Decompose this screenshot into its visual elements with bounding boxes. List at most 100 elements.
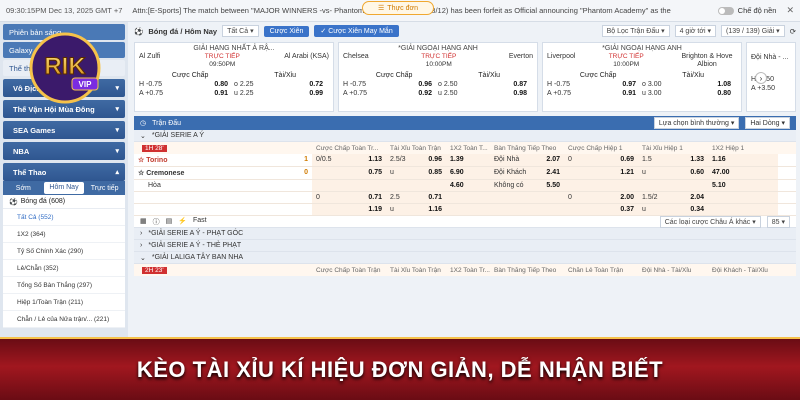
odd[interactable]: 0.96 (391, 81, 439, 88)
odds-cell[interactable]: 2.5 0.71 (386, 192, 446, 203)
market-select[interactable]: Tất Cả ▾ (222, 25, 259, 37)
sidebar-section-sports[interactable]: Thể Thao ▴ (3, 163, 125, 181)
close-icon[interactable]: ✕ (786, 5, 794, 16)
score: 0 (304, 169, 308, 176)
kickoff-time: 10:00PM (613, 61, 640, 68)
match-card[interactable]: *GIẢI NGOẠI HẠNG ANH Chelsea TRỰC TIẾP 10… (338, 42, 538, 112)
column-header: Chẵn Lẻ Toàn Trận (568, 266, 624, 274)
sidebar-item[interactable]: Lẻ/Chẵn (352) (3, 260, 125, 277)
odds-cell[interactable]: 0 2.00 (564, 192, 638, 203)
info-icon[interactable]: ⓘ (153, 217, 160, 227)
odd[interactable]: 0.97 (595, 81, 643, 88)
tab-today[interactable]: Hôm Nay (43, 182, 85, 194)
odds-cell[interactable]: 4.60 (446, 180, 490, 191)
section-label: Thể Thao (13, 167, 47, 177)
view-select[interactable]: Lựa chọn bình thường ▾ (653, 117, 740, 129)
odds-cell[interactable]: 1.19 (312, 204, 386, 215)
odds-cell[interactable]: 47.00 (708, 167, 778, 179)
sidebar-section-nba[interactable]: NBA ▾ (3, 142, 125, 160)
match-card[interactable]: GIẢI HẠNG NHẤT Ả RẬ... Al Zulfi TRỰC TIẾ… (134, 42, 334, 112)
odds-row[interactable]: A +0.75 0.92 u 2.50 0.98 (343, 90, 533, 97)
menu-button[interactable]: ☰ Thực đơn (362, 1, 434, 15)
sidebar-section-sea-games[interactable]: SEA Games ▾ (3, 121, 125, 139)
odds-cell[interactable]: 5.10 (708, 180, 778, 191)
sidebar-item[interactable]: Tất Cả (552) (3, 209, 125, 226)
tab-live[interactable]: Trực tiếp (84, 185, 125, 192)
toggle-switch[interactable] (717, 6, 734, 15)
fast-label[interactable]: Fast (193, 217, 207, 227)
odds-row[interactable]: A +0.75 0.91 u 2.25 0.99 (139, 90, 329, 97)
odds-cell[interactable]: 0.75 (312, 167, 386, 179)
sidebar-item[interactable]: 1X2 (364) (3, 226, 125, 243)
odds-row[interactable]: A +0.75 0.91 u 3.00 0.80 (547, 90, 737, 97)
time-filter-select[interactable]: 4 giờ tới ▾ (674, 25, 716, 37)
lightning-icon[interactable]: ⚡ (178, 217, 187, 227)
section-label: NBA (13, 146, 30, 156)
odds-cell[interactable]: 0 0.69 (564, 154, 638, 166)
odd[interactable]: 0.91 (595, 90, 643, 97)
odd[interactable]: 0.99 (282, 90, 330, 97)
football-icon: ⚽ (134, 26, 144, 36)
odds-cell[interactable]: 1.16 (708, 154, 778, 166)
odds-cell[interactable]: 1.5 1.33 (638, 154, 708, 166)
odds-cell[interactable]: 1.21 (564, 167, 638, 179)
dark-mode-toggle[interactable]: Chế độ nền (717, 6, 776, 15)
league-row[interactable]: › *GIẢI SERIE A Ý - PHẠT GÓC (134, 228, 796, 240)
draw-label: Hòa (148, 182, 161, 189)
odds-cell[interactable]: u 1.16 (386, 204, 446, 215)
odds-cell[interactable]: 1.5/2 2.04 (638, 192, 708, 203)
odd[interactable]: 0.72 (282, 81, 330, 88)
odds-cell[interactable]: 6.90 (446, 167, 490, 179)
layout-select[interactable]: Hai Dòng ▾ (745, 117, 790, 129)
sidebar-category-football[interactable]: ⚽ Bóng đá (608) (3, 195, 125, 209)
odds-cell[interactable]: u 0.34 (638, 204, 708, 215)
other-markets-select[interactable]: Các loại cược Châu Á khác ▾ (659, 215, 761, 228)
star-icon[interactable]: ☆ (138, 157, 144, 164)
column-header: Cược Chấp Hiệp 1 (568, 144, 623, 152)
odd[interactable]: 0.98 (486, 90, 534, 97)
col-overunder: Tài/Xỉu (682, 72, 705, 79)
odds-row[interactable]: A +3.50 (751, 85, 791, 92)
page-size-select[interactable]: 85 ▾ (766, 215, 790, 228)
chevron-right-icon[interactable]: › (755, 72, 767, 84)
odds-cell[interactable]: 0 0.71 (312, 192, 386, 203)
lucky-parlay-button[interactable]: ✓ Cược Xiên May Mắn (314, 25, 399, 37)
odds-row[interactable]: H -0.75 0.97 o 3.00 1.08 (547, 81, 737, 88)
odds-cell[interactable]: Đội Nhà 2.07 (490, 154, 564, 166)
league-row[interactable]: ⌄ *GIẢI SERIE A Ý (134, 130, 796, 142)
odds-cell[interactable]: u 0.60 (638, 167, 708, 179)
odd[interactable]: 0.80 (690, 90, 738, 97)
match-tools-row: ▦ ⓘ ▤ ⚡ Fast Các loại cược Châu Á khác ▾… (134, 215, 796, 228)
sidebar-item[interactable]: Tổng Số Bàn Thắng (297) (3, 277, 125, 294)
match-card-partial[interactable]: Đội Nhà - ... H -3.50 A +3.50 (746, 42, 796, 112)
odds-cell[interactable]: u 0.85 (386, 167, 446, 179)
league-row[interactable]: › *GIẢI SERIE A Ý - THẺ PHẠT (134, 240, 796, 252)
stats-icon[interactable]: ▤ (166, 217, 173, 227)
odds-cell[interactable]: Không có 5.50 (490, 180, 564, 191)
match-card[interactable]: *GIẢI NGOẠI HẠNG ANH Liverpool TRỰC TIẾP… (542, 42, 742, 112)
star-icon[interactable]: ☆ (138, 170, 144, 177)
parlay-button[interactable]: Cược Xiên (263, 25, 310, 37)
odds-cell[interactable]: 0.37 (564, 204, 638, 215)
odds-row[interactable]: H -0.75 0.80 o 2.25 0.72 (139, 81, 329, 88)
odd[interactable]: 0.87 (486, 81, 534, 88)
odds-cell[interactable]: 1.39 (446, 154, 490, 166)
odds-cell[interactable]: 2.5/3 0.96 (386, 154, 446, 166)
odd: 2.41 (546, 169, 560, 176)
sidebar-item[interactable]: Hiệp 1/Toàn Trận (211) (3, 294, 125, 311)
grid-icon[interactable]: ▦ (140, 217, 147, 227)
league-count-select[interactable]: (139 / 139) Giải ▾ (720, 25, 785, 37)
sidebar-item[interactable]: Tỷ Số Chính Xác (290) (3, 243, 125, 260)
odd[interactable]: 1.08 (690, 81, 738, 88)
odd[interactable]: 0.92 (391, 90, 439, 97)
odd[interactable]: 0.80 (187, 81, 235, 88)
odds-row[interactable]: H -0.75 0.96 o 2.50 0.87 (343, 81, 533, 88)
odd[interactable]: 0.91 (187, 90, 235, 97)
odds-cell[interactable]: 0/0.5 1.13 (312, 154, 386, 166)
refresh-icon[interactable]: ⟳ (790, 27, 796, 36)
match-filter-select[interactable]: Bộ Lọc Trận Đấu ▾ (601, 25, 670, 37)
league-row[interactable]: ⌄ *GIẢI LALIGA TÂY BAN NHA (134, 252, 796, 264)
sidebar-item[interactable]: Chẵn / Lẻ của Nửa trận/... (221) (3, 311, 125, 328)
tab-early[interactable]: Sớm (3, 185, 44, 192)
odds-cell[interactable]: Đội Khách 2.41 (490, 167, 564, 179)
